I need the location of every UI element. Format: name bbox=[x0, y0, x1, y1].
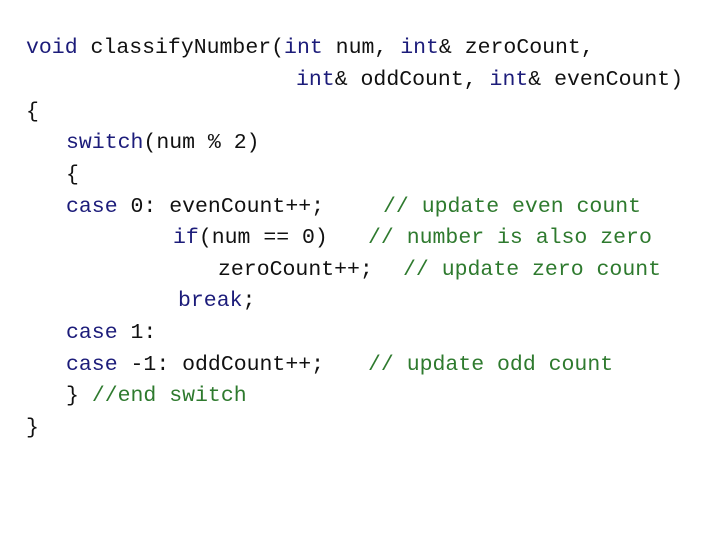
code-keyword: int bbox=[296, 68, 335, 92]
code-text: { bbox=[66, 163, 79, 187]
code-keyword: case bbox=[66, 321, 118, 345]
code-text: (num == 0) bbox=[198, 226, 328, 250]
code-text: 0: evenCount++; bbox=[117, 195, 325, 219]
code-text: { bbox=[26, 100, 39, 124]
code-listing: void classifyNumber(int num, int& zeroCo… bbox=[0, 0, 720, 540]
code-text: zeroCount++; bbox=[218, 258, 373, 282]
code-text: & evenCount) bbox=[528, 68, 684, 92]
code-line-6: case 0: evenCount++; bbox=[66, 195, 324, 219]
code-keyword: switch bbox=[66, 131, 144, 155]
code-line-11: case -1: oddCount++; bbox=[66, 353, 324, 377]
comment-number-zero: // number is also zero bbox=[368, 226, 652, 250]
code-line-3: { bbox=[26, 100, 39, 124]
comment-update-even: // update even count bbox=[383, 195, 642, 219]
code-text: num, bbox=[322, 36, 401, 60]
code-line-4: switch(num % 2) bbox=[66, 131, 260, 155]
code-line-13: } bbox=[26, 416, 39, 440]
code-line-7: if(num == 0) bbox=[173, 226, 328, 250]
code-keyword: case bbox=[66, 195, 118, 219]
code-comment: //end switch bbox=[91, 384, 247, 408]
code-line-5: { bbox=[66, 163, 79, 187]
code-line-2: int& oddCount, int& evenCount) bbox=[296, 68, 683, 92]
code-text: & zeroCount, bbox=[438, 36, 594, 60]
code-keyword: break bbox=[178, 289, 243, 313]
code-keyword: int bbox=[489, 68, 529, 92]
code-line-9: break; bbox=[178, 289, 255, 313]
code-line-1: void classifyNumber(int num, int& zeroCo… bbox=[26, 36, 594, 60]
code-text: -1: oddCount++; bbox=[117, 353, 325, 377]
code-keyword: int bbox=[284, 36, 323, 60]
code-keyword: void bbox=[26, 36, 78, 60]
code-keyword: case bbox=[66, 353, 118, 377]
comment-update-odd: // update odd count bbox=[368, 353, 614, 377]
code-line-8: zeroCount++; bbox=[218, 258, 373, 282]
code-keyword: int bbox=[400, 36, 439, 60]
comment-update-zero: // update zero count bbox=[403, 258, 662, 282]
code-line-10: case 1: bbox=[66, 321, 156, 345]
code-text: } bbox=[26, 416, 39, 440]
code-text: 1: bbox=[117, 321, 157, 345]
code-text: & oddCount, bbox=[334, 68, 490, 92]
code-line-12: } //end switch bbox=[66, 384, 247, 408]
code-text: (num % 2) bbox=[143, 131, 260, 155]
code-keyword: if bbox=[173, 226, 199, 250]
code-text: ; bbox=[242, 289, 256, 313]
code-text: classifyNumber( bbox=[77, 36, 285, 60]
code-text: } bbox=[66, 384, 92, 408]
